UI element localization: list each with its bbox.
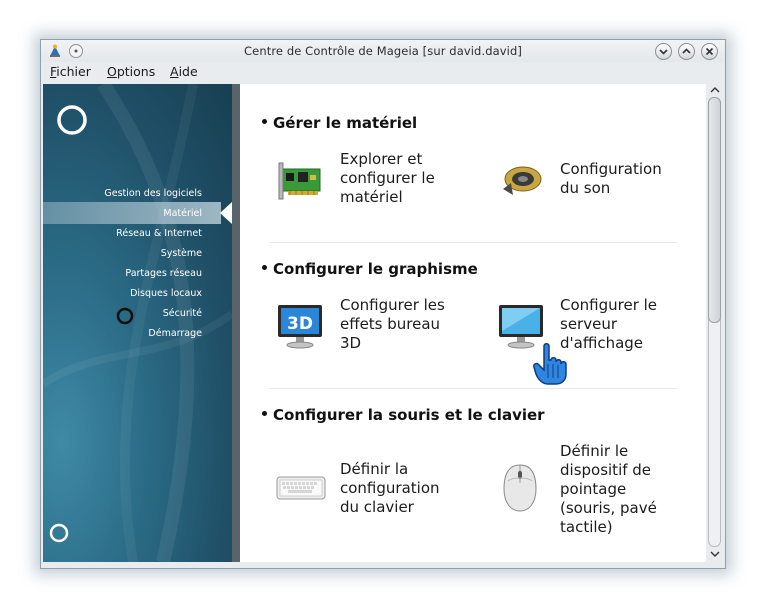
tool-serveur-affichage[interactable]: Configurer le serveur d'affichage [560, 296, 657, 353]
scrollbar-track[interactable] [708, 97, 721, 547]
title-bar[interactable]: Centre de Contrôle de Mageia [sur david.… [41, 40, 725, 62]
minimize-button[interactable] [655, 43, 672, 60]
chevron-down-icon [659, 49, 668, 55]
vertical-scrollbar[interactable] [706, 84, 723, 562]
menu-aide[interactable]: Aide [170, 64, 198, 79]
maximize-button[interactable] [678, 43, 695, 60]
tool-configuration-clavier[interactable]: Définir la configuration du clavier [340, 460, 440, 517]
tool-effets-bureau-3d[interactable]: Configurer les effets bureau 3D [340, 296, 445, 353]
bullet-icon [262, 411, 267, 416]
menu-fichier[interactable]: Fichier [50, 64, 91, 79]
section-divider [269, 388, 677, 389]
selection-arrow-icon [220, 202, 232, 224]
scroll-down-icon[interactable] [710, 550, 720, 558]
sidebar-item-securite[interactable]: Sécurité [163, 308, 202, 319]
menu-options[interactable]: Options [107, 64, 155, 79]
cursor-ring [116, 307, 134, 325]
3d-monitor-icon[interactable]: 3D [276, 303, 324, 351]
tools-panel: Gérer le matériel Explorer et configurer… [240, 84, 706, 562]
bullet-icon [262, 119, 267, 124]
close-icon [705, 47, 714, 56]
small-circle-logo [49, 523, 69, 543]
chevron-up-icon [682, 48, 691, 54]
mouse-icon[interactable] [502, 463, 538, 513]
tool-dispositif-pointage[interactable]: Définir le dispositif de pointage (souri… [560, 442, 657, 537]
scrollbar-thumb[interactable] [708, 97, 721, 323]
sidebar-item-reseau-internet[interactable]: Réseau & Internet [116, 228, 202, 239]
main-window: Centre de Contrôle de Mageia [sur david.… [40, 39, 726, 569]
sidebar-item-materiel[interactable]: Matériel [163, 208, 202, 219]
hand-cursor-icon [533, 343, 567, 385]
bullet-icon [262, 265, 267, 270]
speaker-icon[interactable] [497, 159, 545, 203]
scroll-up-icon[interactable] [710, 86, 720, 94]
sidebar-item-demarrage[interactable]: Démarrage [148, 328, 202, 339]
section-heading-souris-clavier: Configurer la souris et le clavier [262, 406, 545, 424]
section-heading-materiel: Gérer le matériel [262, 114, 417, 132]
sidebar-separator [232, 84, 240, 562]
close-button[interactable] [701, 43, 718, 60]
sidebar-item-gestion-logiciels[interactable]: Gestion des logiciels [104, 188, 202, 199]
sidebar-item-disques-locaux[interactable]: Disques locaux [130, 288, 202, 299]
section-heading-graphisme: Configurer le graphisme [262, 260, 478, 278]
tool-configuration-son[interactable]: Configuration du son [560, 160, 662, 198]
large-circle-logo [57, 105, 87, 135]
sidebar-item-systeme[interactable]: Système [161, 248, 202, 259]
keyboard-icon[interactable] [276, 473, 326, 503]
hardware-card-icon[interactable] [276, 157, 324, 205]
sidebar-decoration [43, 84, 232, 562]
category-sidebar: Gestion des logiciels Matériel Réseau & … [43, 84, 232, 562]
tool-explorer-materiel[interactable]: Explorer et configurer le matériel [340, 150, 435, 207]
menu-bar: Fichier Options Aide [41, 62, 725, 82]
section-divider [269, 242, 677, 243]
sidebar-item-partages-reseau[interactable]: Partages réseau [125, 268, 202, 279]
svg-text:3D: 3D [287, 314, 313, 334]
window-title: Centre de Contrôle de Mageia [sur david.… [244, 44, 522, 58]
